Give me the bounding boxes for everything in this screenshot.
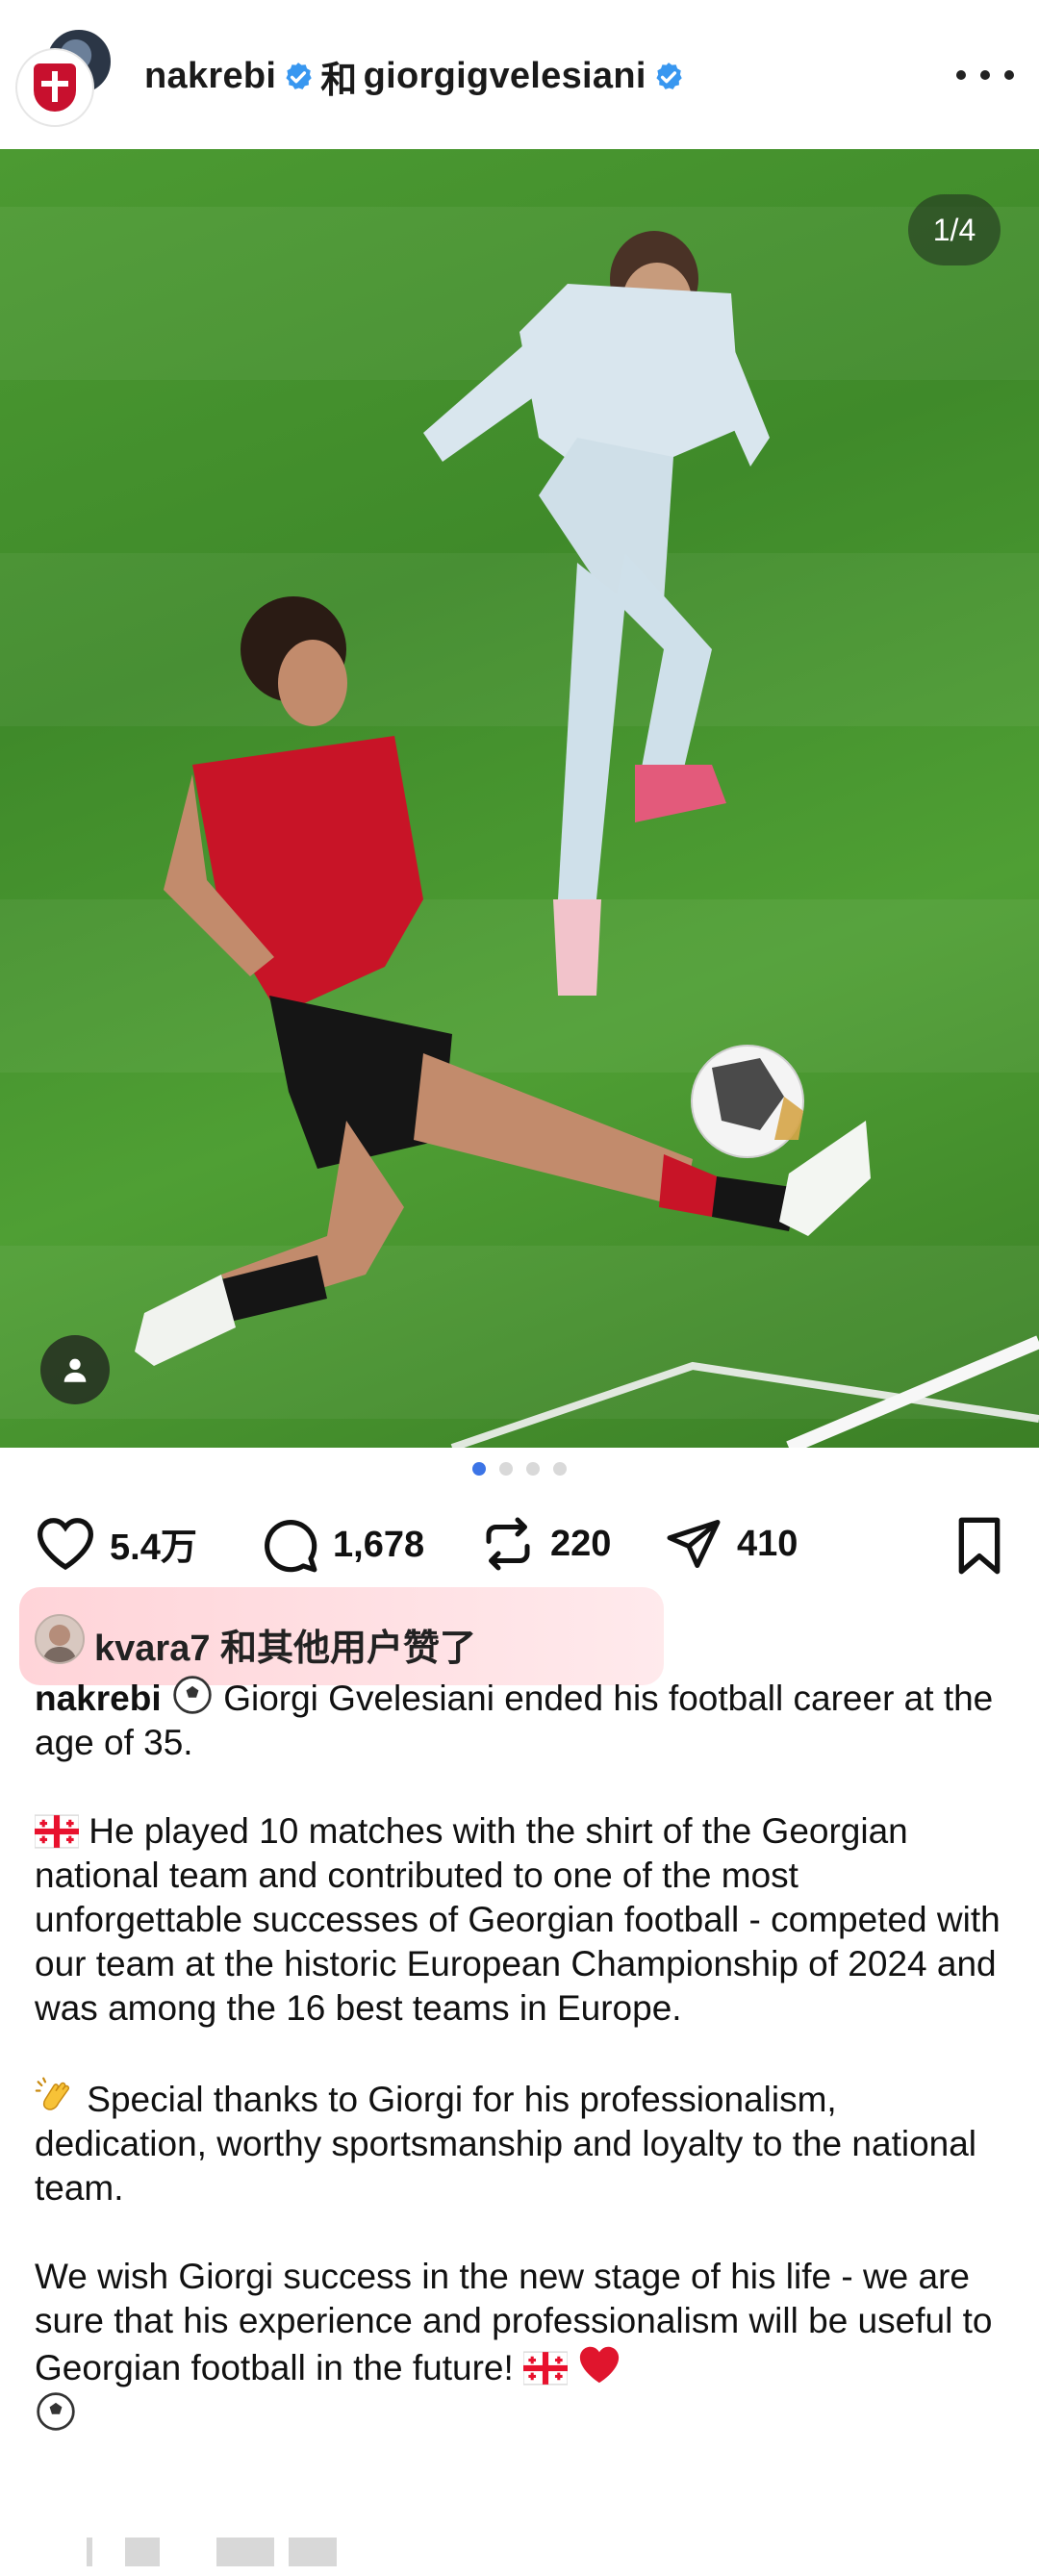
more-options-button[interactable]: [956, 56, 1014, 94]
person-tag-icon: [63, 1358, 87, 1382]
verified-badge-icon: [656, 62, 682, 89]
liked-by-row[interactable]: kvara7 和其他用户赞了: [19, 1587, 664, 1685]
caption-paragraph-4: We wish Giorgi success in the new stage …: [35, 2255, 1016, 2437]
repost-count: 220: [550, 1523, 612, 1564]
collab-avatars[interactable]: [17, 27, 115, 125]
avatar-nakrebi[interactable]: [17, 50, 92, 125]
carousel-dot: [553, 1462, 567, 1476]
comment-icon: [265, 1520, 317, 1573]
heart-icon: [37, 1518, 94, 1571]
football-match-illustration: [135, 231, 1039, 1448]
username-nakrebi[interactable]: nakrebi: [144, 56, 276, 97]
page-indicator: 1/4: [908, 194, 1001, 265]
verified-badge-icon: [286, 62, 313, 89]
georgia-flag-icon: [523, 2351, 569, 2386]
like-button[interactable]: 5.4万: [35, 1515, 197, 1571]
post-caption: nakrebi Giorgi Gvelesiani ended his foot…: [35, 1674, 1016, 2482]
share-count: 410: [737, 1523, 798, 1564]
carousel-indicator: [0, 1462, 1039, 1481]
send-icon: [667, 1520, 721, 1568]
bookmark-icon: [958, 1517, 1001, 1575]
liker-avatar[interactable]: [35, 1614, 85, 1664]
comment-button[interactable]: 1,678: [260, 1515, 424, 1575]
caption-paragraph-3: Special thanks to Giorgi for his profess…: [35, 2075, 1016, 2210]
liked-by-text: kvara7 和其他用户赞了: [94, 1629, 477, 1669]
post-authors: nakrebi 和 giorgigvelesiani: [144, 50, 685, 103]
red-heart-icon: [580, 2346, 620, 2384]
post-actions: 5.4万 1,678 220 410: [35, 1515, 1006, 1582]
like-count: 5.4万: [110, 1527, 197, 1568]
caption-paragraph-1: nakrebi Giorgi Gvelesiani ended his foot…: [35, 1674, 1016, 1765]
georgia-crest-icon: [34, 63, 76, 112]
comment-count: 1,678: [333, 1524, 425, 1565]
bottom-artifact: [0, 2530, 1039, 2576]
soccer-ball-icon: [37, 2392, 75, 2431]
repost-button[interactable]: 220: [479, 1515, 611, 1573]
soccer-ball-icon: [173, 1676, 212, 1714]
georgia-flag-icon: [35, 1814, 79, 1849]
caption-username[interactable]: nakrebi: [35, 1679, 162, 1718]
caption-text-4: We wish Giorgi success in the new stage …: [35, 2257, 993, 2387]
username-giorgigvelesiani[interactable]: giorgigvelesiani: [364, 56, 646, 97]
repost-icon: [486, 1517, 530, 1571]
share-button[interactable]: 410: [664, 1515, 798, 1573]
clapping-hands-icon: [35, 2077, 70, 2110]
carousel-dot-active: [472, 1462, 486, 1476]
collab-connector: 和: [320, 61, 358, 101]
caption-text-2: He played 10 matches with the shirt of t…: [35, 1811, 1001, 2028]
caption-paragraph-2: He played 10 matches with the shirt of t…: [35, 1809, 1016, 2031]
carousel-dot: [499, 1462, 513, 1476]
caption-text-3: Special thanks to Giorgi for his profess…: [35, 2080, 977, 2208]
carousel-dot: [526, 1462, 540, 1476]
save-button[interactable]: [952, 1515, 1006, 1581]
person-avatar-icon: [42, 1625, 77, 1662]
tagged-people-button[interactable]: [40, 1335, 110, 1404]
post-header: nakrebi 和 giorgigvelesiani: [0, 0, 1039, 149]
post-photo[interactable]: 1/4: [0, 149, 1039, 1448]
more-horizontal-icon: [956, 70, 966, 80]
